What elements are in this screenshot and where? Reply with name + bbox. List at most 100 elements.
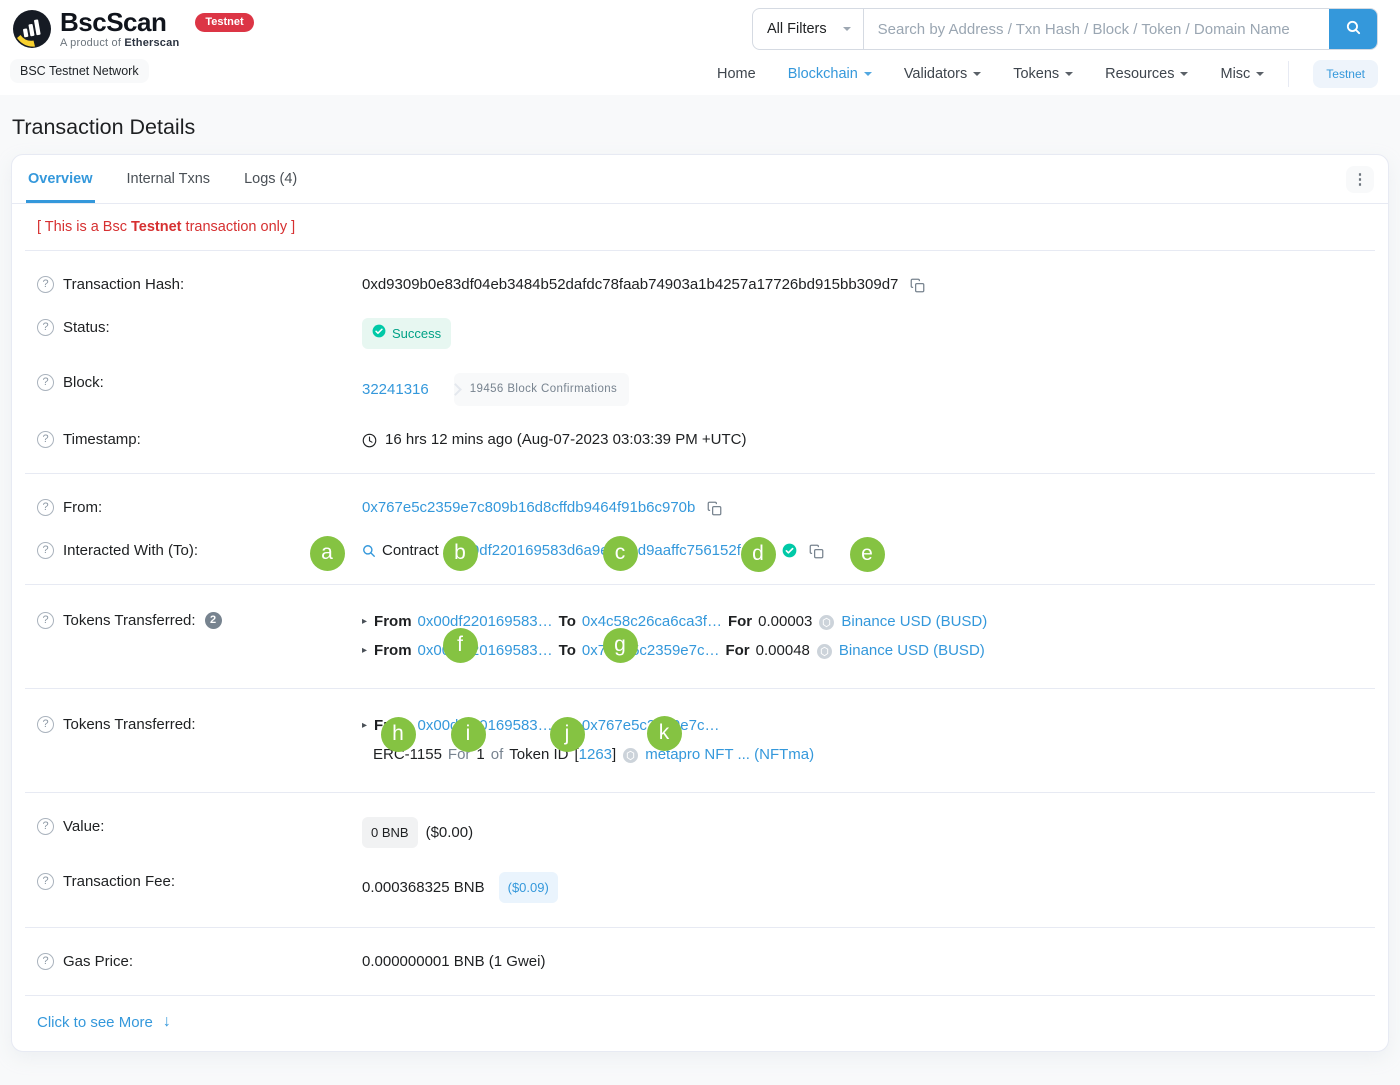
arrow-down-icon: ↓: [163, 1013, 171, 1031]
nav-validators[interactable]: Validators: [904, 66, 981, 82]
block-number-link[interactable]: 32241316: [362, 380, 429, 399]
nav-resources[interactable]: Resources: [1105, 66, 1188, 82]
kebab-menu-button[interactable]: ⋮: [1346, 166, 1374, 193]
row-label-text: Tokens Transferred:: [63, 715, 196, 734]
chevron-down-icon: [973, 72, 981, 80]
chevron-down-icon: [1256, 72, 1264, 80]
network-badge: BSC Testnet Network: [10, 59, 149, 83]
token-name-link[interactable]: Binance USD (BUSD): [839, 640, 985, 662]
contract-word: Contract: [382, 541, 439, 560]
help-icon[interactable]: ?: [37, 716, 54, 733]
help-icon[interactable]: ?: [37, 319, 54, 336]
tab-bar: Overview Internal Txns Logs (4) ⋮: [12, 155, 1388, 204]
brand-tagline: A product of Etherscan: [60, 38, 179, 49]
copy-icon[interactable]: [707, 501, 722, 516]
nav-tokens[interactable]: Tokens: [1013, 66, 1073, 82]
row-label-text: Block:: [63, 373, 104, 392]
transfer-to-link[interactable]: 0x767e5c2359e7c…: [582, 715, 720, 737]
top-navigation: Home Blockchain Validators Tokens Resour…: [717, 60, 1378, 88]
chevron-down-icon: [1065, 72, 1073, 80]
transfer-amount: 0.00003: [758, 611, 812, 633]
nav-divider: [1288, 61, 1289, 87]
transaction-card: Overview Internal Txns Logs (4) ⋮ [ This…: [11, 154, 1389, 1052]
nft-quantity: 1: [476, 744, 484, 766]
triangle-right-icon[interactable]: ▸: [362, 640, 367, 662]
chevron-down-icon: [1180, 72, 1188, 80]
help-icon[interactable]: ?: [37, 499, 54, 516]
token-name-link[interactable]: Binance USD (BUSD): [841, 611, 987, 633]
nav-blockchain[interactable]: Blockchain: [788, 66, 872, 82]
help-icon[interactable]: ?: [37, 542, 54, 559]
tab-internal-txns[interactable]: Internal Txns: [125, 156, 213, 203]
search-icon: [1345, 19, 1362, 39]
fee-value: 0.000368325 BNB: [362, 878, 485, 897]
nav-misc[interactable]: Misc: [1220, 66, 1264, 82]
token-standard: ERC-1155: [373, 744, 442, 766]
row-value: ? Value: 0 BNB ($0.00): [37, 805, 1363, 860]
nft-transfer-row: ▸ From 0x00df220169583… To 0x767e5c2359e…: [362, 715, 1363, 737]
token-logo-icon: [623, 748, 638, 763]
block-confirmations-badge: 19456 Block Confirmations: [454, 373, 629, 406]
value-bnb-badge: 0 BNB: [362, 817, 418, 848]
search-filter-select[interactable]: All Filters: [753, 9, 864, 49]
help-icon[interactable]: ?: [37, 276, 54, 293]
brand-testnet-badge: Testnet: [195, 13, 253, 32]
search-button[interactable]: [1329, 9, 1377, 49]
contract-address-link[interactable]: 0x00df220169583d6a9eabf0d9aaffc756152fa9…: [447, 541, 775, 560]
transfer-from-link[interactable]: 0x00df220169583…: [418, 611, 553, 633]
chevron-down-icon: [864, 72, 872, 80]
row-gas-price: ? Gas Price: 0.000000001 BNB (1 Gwei): [37, 940, 1363, 983]
nft-token-name-link[interactable]: metapro NFT ... (NFTma): [645, 744, 814, 766]
main-content: Transaction Details Overview Internal Tx…: [0, 95, 1400, 1052]
site-header: BscScan A product of Etherscan Testnet B…: [0, 0, 1400, 95]
triangle-right-icon[interactable]: ▸: [362, 715, 367, 737]
brand-logo[interactable]: BscScan A product of Etherscan Testnet: [12, 9, 254, 53]
copy-icon[interactable]: [910, 278, 925, 293]
copy-icon[interactable]: [809, 544, 824, 559]
row-label-text: Gas Price:: [63, 952, 133, 971]
token-transfer-row: ▸ From 0x00df220169583… To 0x767e5c2359e…: [362, 640, 1363, 662]
transaction-hash-value: 0xd9309b0e83df04eb3484b52dafdc78faab7490…: [362, 275, 898, 294]
tab-logs[interactable]: Logs (4): [242, 156, 299, 203]
nav-home[interactable]: Home: [717, 66, 756, 82]
help-icon[interactable]: ?: [37, 953, 54, 970]
nav-testnet-button[interactable]: Testnet: [1313, 60, 1378, 88]
search-input[interactable]: [864, 9, 1329, 49]
help-icon[interactable]: ?: [37, 612, 54, 629]
token-id-link[interactable]: 1263: [579, 744, 612, 766]
row-label-text: Tokens Transferred:: [63, 611, 196, 630]
row-label-text: Transaction Fee:: [63, 872, 175, 891]
help-icon[interactable]: ?: [37, 873, 54, 890]
help-icon[interactable]: ?: [37, 818, 54, 835]
row-timestamp: ? Timestamp: 16 hrs 12 mins ago (Aug-07-…: [37, 418, 1363, 461]
token-logo-icon: [817, 644, 832, 659]
token-logo-icon: [819, 615, 834, 630]
transfer-count-badge: 2: [205, 612, 222, 629]
transfer-from-link[interactable]: 0x00df220169583…: [418, 640, 553, 662]
transfer-from-link[interactable]: 0x00df220169583…: [418, 715, 553, 737]
magnifier-icon[interactable]: [362, 544, 376, 558]
row-label-text: From:: [63, 498, 102, 517]
transfer-to-link[interactable]: 0x767e5c2359e7c…: [582, 640, 720, 662]
row-transaction-fee: ? Transaction Fee: 0.000368325 BNB ($0.0…: [37, 860, 1363, 915]
help-icon[interactable]: ?: [37, 374, 54, 391]
token-transfer-row: ▸ From 0x00df220169583… To 0x4c58c26ca6c…: [362, 611, 1363, 633]
status-badge: Success: [362, 318, 451, 349]
search-bar: All Filters: [752, 8, 1378, 50]
row-interacted-with: ? Interacted With (To): Contract 0x00df2…: [37, 529, 1363, 572]
help-icon[interactable]: ?: [37, 431, 54, 448]
row-label-text: Timestamp:: [63, 430, 141, 449]
check-circle-icon: [372, 324, 386, 343]
click-to-see-more-link[interactable]: Click to see More ↓: [25, 996, 1375, 1051]
chevron-down-icon: [843, 27, 851, 35]
row-label-text: Value:: [63, 817, 104, 836]
transfer-to-link[interactable]: 0x4c58c26ca6ca3f…: [582, 611, 722, 633]
verified-check-icon: [782, 543, 797, 558]
triangle-right-icon[interactable]: ▸: [362, 611, 367, 633]
transfer-amount: 0.00048: [756, 640, 810, 662]
tab-overview[interactable]: Overview: [26, 156, 95, 203]
row-tokens-transferred-busd: ? Tokens Transferred: 2 ▸ From 0x00df220…: [37, 597, 1363, 676]
row-label-text: Interacted With (To):: [63, 541, 198, 560]
clock-icon: [362, 433, 377, 448]
from-address-link[interactable]: 0x767e5c2359e7c809b16d8cffdb9464f91b6c97…: [362, 498, 695, 517]
